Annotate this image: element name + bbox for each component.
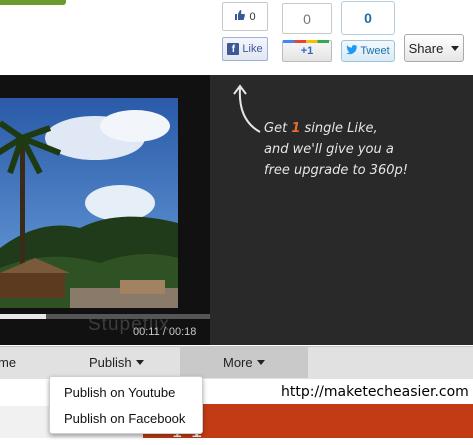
thumbs-up-icon	[234, 9, 246, 24]
google-plus-count-value: 0	[303, 10, 311, 27]
promo-line-2: and we'll give you a	[264, 142, 394, 157]
facebook-like-count: 0	[222, 2, 268, 31]
google-plus-button[interactable]: +1	[282, 40, 332, 62]
facebook-count-value: 0	[249, 10, 256, 23]
publish-menu-button[interactable]: Publish	[89, 346, 144, 378]
share-label: Share	[408, 40, 444, 56]
twitter-count-value: 0	[364, 10, 372, 26]
chevron-down-icon	[256, 359, 265, 365]
publish-label: Publish	[89, 354, 132, 370]
menu-item-publish-facebook[interactable]: Publish on Facebook	[64, 411, 185, 426]
more-menu-button[interactable]: More	[223, 346, 265, 378]
site-url: http://maketecheasier.com	[281, 384, 469, 400]
tweet-button[interactable]: Tweet	[341, 40, 395, 62]
google-color-bar	[283, 40, 329, 43]
menu-item-publish-youtube[interactable]: Publish on Youtube	[64, 385, 175, 400]
chevron-down-icon	[451, 45, 460, 51]
tweet-label: Tweet	[360, 45, 390, 57]
promo-line-3: free upgrade to 360p!	[264, 163, 408, 178]
share-button[interactable]: Share	[404, 34, 464, 62]
facebook-like-button[interactable]: f Like	[222, 37, 268, 61]
more-label: More	[223, 354, 253, 370]
facebook-like-label: Like	[242, 43, 263, 55]
twitter-bird-icon	[346, 44, 359, 58]
google-plus-label: +1	[300, 45, 314, 57]
toolbar-item-truncated[interactable]: me	[0, 346, 16, 378]
upgrade-promo-text: Get 1 single Like, and we'll give you a …	[264, 118, 464, 181]
promo-line-1-suffix: single Like,	[300, 121, 378, 136]
google-plus-count: 0	[282, 3, 332, 34]
video-frame-tropical-beach	[0, 98, 178, 308]
curved-arrow-icon	[233, 84, 261, 133]
promo-line-1: Get 1 single Like,	[264, 118, 464, 139]
promo-highlight: 1	[291, 121, 301, 136]
facebook-icon: f	[227, 43, 240, 55]
promo-line-1-prefix: Get	[264, 121, 292, 136]
time-display: 00:11 / 00:18	[133, 326, 197, 338]
twitter-count: 0	[341, 1, 395, 35]
top-green-tab	[0, 0, 66, 5]
toolbar-item-truncated-label: me	[0, 354, 17, 370]
progress-fill	[0, 314, 46, 319]
chevron-down-icon	[135, 359, 144, 365]
